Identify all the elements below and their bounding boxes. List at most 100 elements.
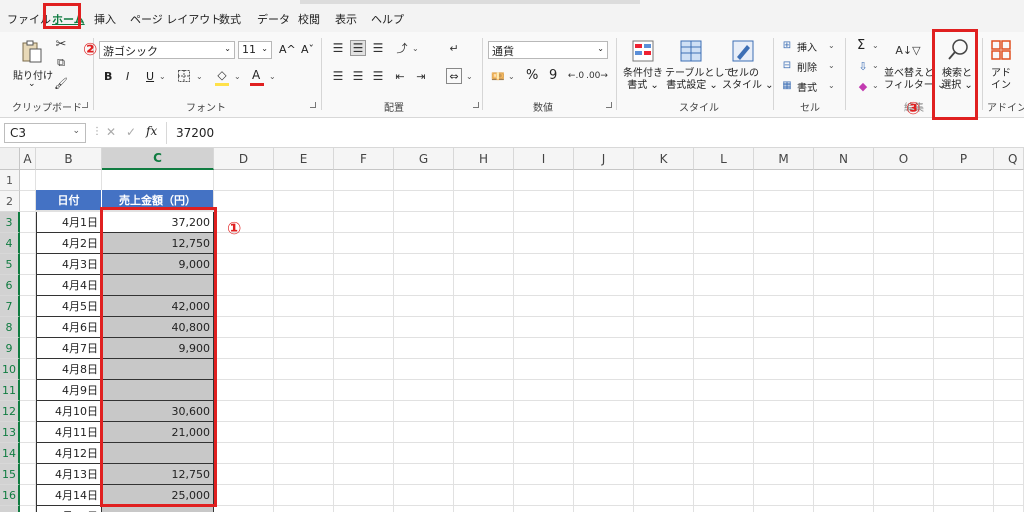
grid-cell[interactable] [394, 380, 454, 401]
row-header[interactable]: 12 [0, 401, 20, 422]
grid-cell[interactable] [20, 443, 36, 464]
header-cell-date[interactable]: 日付 [36, 190, 102, 211]
grid-cell[interactable] [874, 380, 934, 401]
grid-cell[interactable] [634, 485, 694, 506]
underline-button[interactable]: U [146, 70, 154, 83]
formula-input[interactable]: 37200 [176, 126, 214, 140]
grid-cell[interactable] [994, 296, 1024, 317]
grid-cell[interactable] [934, 443, 994, 464]
grid-cell[interactable] [514, 170, 574, 191]
grid-cell[interactable] [334, 317, 394, 338]
font-launcher-icon[interactable] [310, 102, 316, 108]
grid-cell[interactable] [994, 380, 1024, 401]
grid-cell[interactable] [514, 275, 574, 296]
grid-cell[interactable] [214, 443, 274, 464]
grid-cell[interactable] [274, 443, 334, 464]
grid-cell[interactable] [20, 401, 36, 422]
grid-cell[interactable] [694, 422, 754, 443]
grid-cell[interactable] [574, 485, 634, 506]
grid-cell[interactable] [454, 191, 514, 212]
grid-cell[interactable] [814, 317, 874, 338]
grid-cell[interactable] [754, 506, 814, 512]
tab-insert[interactable]: 挿入 [94, 11, 116, 27]
grid-cell[interactable] [454, 275, 514, 296]
grid-cell[interactable] [754, 296, 814, 317]
grid-cell[interactable] [454, 212, 514, 233]
align-left-icon[interactable]: ☰ [330, 68, 346, 84]
column-header-d[interactable]: D [214, 148, 274, 170]
date-cell[interactable]: 4月15日 [36, 506, 102, 512]
column-header-m[interactable]: M [754, 148, 814, 170]
grid-cell[interactable] [694, 317, 754, 338]
grid-cell[interactable] [394, 275, 454, 296]
row-header[interactable]: 10 [0, 359, 20, 380]
grid-cell[interactable] [934, 464, 994, 485]
grid-cell[interactable] [934, 254, 994, 275]
grid-cell[interactable] [514, 443, 574, 464]
tab-data[interactable]: データ [257, 11, 290, 27]
grid-cell[interactable] [754, 443, 814, 464]
row-header[interactable]: 6 [0, 275, 20, 296]
grid-cell[interactable] [874, 338, 934, 359]
date-cell[interactable]: 4月8日 [36, 359, 102, 380]
grid-cell[interactable] [694, 191, 754, 212]
grid-cell[interactable] [394, 443, 454, 464]
grid-cell[interactable] [214, 338, 274, 359]
grid-cell[interactable] [514, 233, 574, 254]
grid-cell[interactable] [274, 317, 334, 338]
grid-cell[interactable] [814, 506, 874, 512]
grid-cell[interactable] [814, 338, 874, 359]
delete-cells-button[interactable]: 削除 [797, 59, 817, 74]
grid-cell[interactable] [934, 275, 994, 296]
grid-cell[interactable] [814, 485, 874, 506]
grid-cell[interactable] [634, 506, 694, 512]
paste-dropdown-chevron-icon[interactable]: ⌄ [28, 79, 36, 89]
grid-cell[interactable] [214, 359, 274, 380]
grid-cell[interactable] [634, 296, 694, 317]
grid-cell[interactable] [874, 485, 934, 506]
column-header-b[interactable]: B [36, 148, 102, 170]
autosum-button[interactable]: Σ [857, 38, 865, 53]
font-color-button[interactable]: A [252, 68, 260, 82]
column-header-l[interactable]: L [694, 148, 754, 170]
grid-cell[interactable] [874, 506, 934, 512]
grid-cell[interactable] [814, 443, 874, 464]
grid-cell[interactable] [754, 338, 814, 359]
column-header-n[interactable]: N [814, 148, 874, 170]
grid-cell[interactable] [274, 401, 334, 422]
column-header-o[interactable]: O [874, 148, 934, 170]
orientation-icon[interactable]: ⤴ [394, 40, 410, 56]
grid-cell[interactable] [454, 233, 514, 254]
date-cell[interactable]: 4月14日 [36, 485, 102, 506]
column-header-k[interactable]: K [634, 148, 694, 170]
grid-cell[interactable] [994, 275, 1024, 296]
grid-cell[interactable] [334, 506, 394, 512]
grid-cell[interactable] [634, 338, 694, 359]
grid-cell[interactable] [814, 464, 874, 485]
row-header[interactable]: 17 [0, 506, 20, 512]
grid-cell[interactable] [574, 380, 634, 401]
decrease-indent-icon[interactable]: ⇤ [392, 68, 408, 84]
grid-cell[interactable] [934, 506, 994, 512]
grid-cell[interactable] [574, 338, 634, 359]
format-as-table-button[interactable]: テーブルとして 書式設定 ⌄ [665, 68, 734, 92]
grid-cell[interactable] [274, 212, 334, 233]
grid-cell[interactable] [754, 212, 814, 233]
grid-cell[interactable] [20, 485, 36, 506]
grid-cell[interactable] [394, 254, 454, 275]
grid-cell[interactable] [994, 191, 1024, 212]
grid-cell[interactable] [634, 191, 694, 212]
grid-cell[interactable] [20, 254, 36, 275]
grid-cell[interactable] [634, 380, 694, 401]
grid-cell[interactable] [814, 254, 874, 275]
row-header[interactable]: 2 [0, 191, 20, 212]
grid-cell[interactable] [994, 464, 1024, 485]
tab-page-layout[interactable]: ページ レイアウト [130, 11, 221, 27]
grid-cell[interactable] [754, 401, 814, 422]
grid-cell[interactable] [574, 401, 634, 422]
grid-cell[interactable] [814, 359, 874, 380]
increase-decimal-icon[interactable]: ←.0 [567, 68, 585, 84]
column-header-g[interactable]: G [394, 148, 454, 170]
chevron-down-icon[interactable]: ⌄ [872, 41, 879, 50]
grid-cell[interactable] [754, 170, 814, 191]
